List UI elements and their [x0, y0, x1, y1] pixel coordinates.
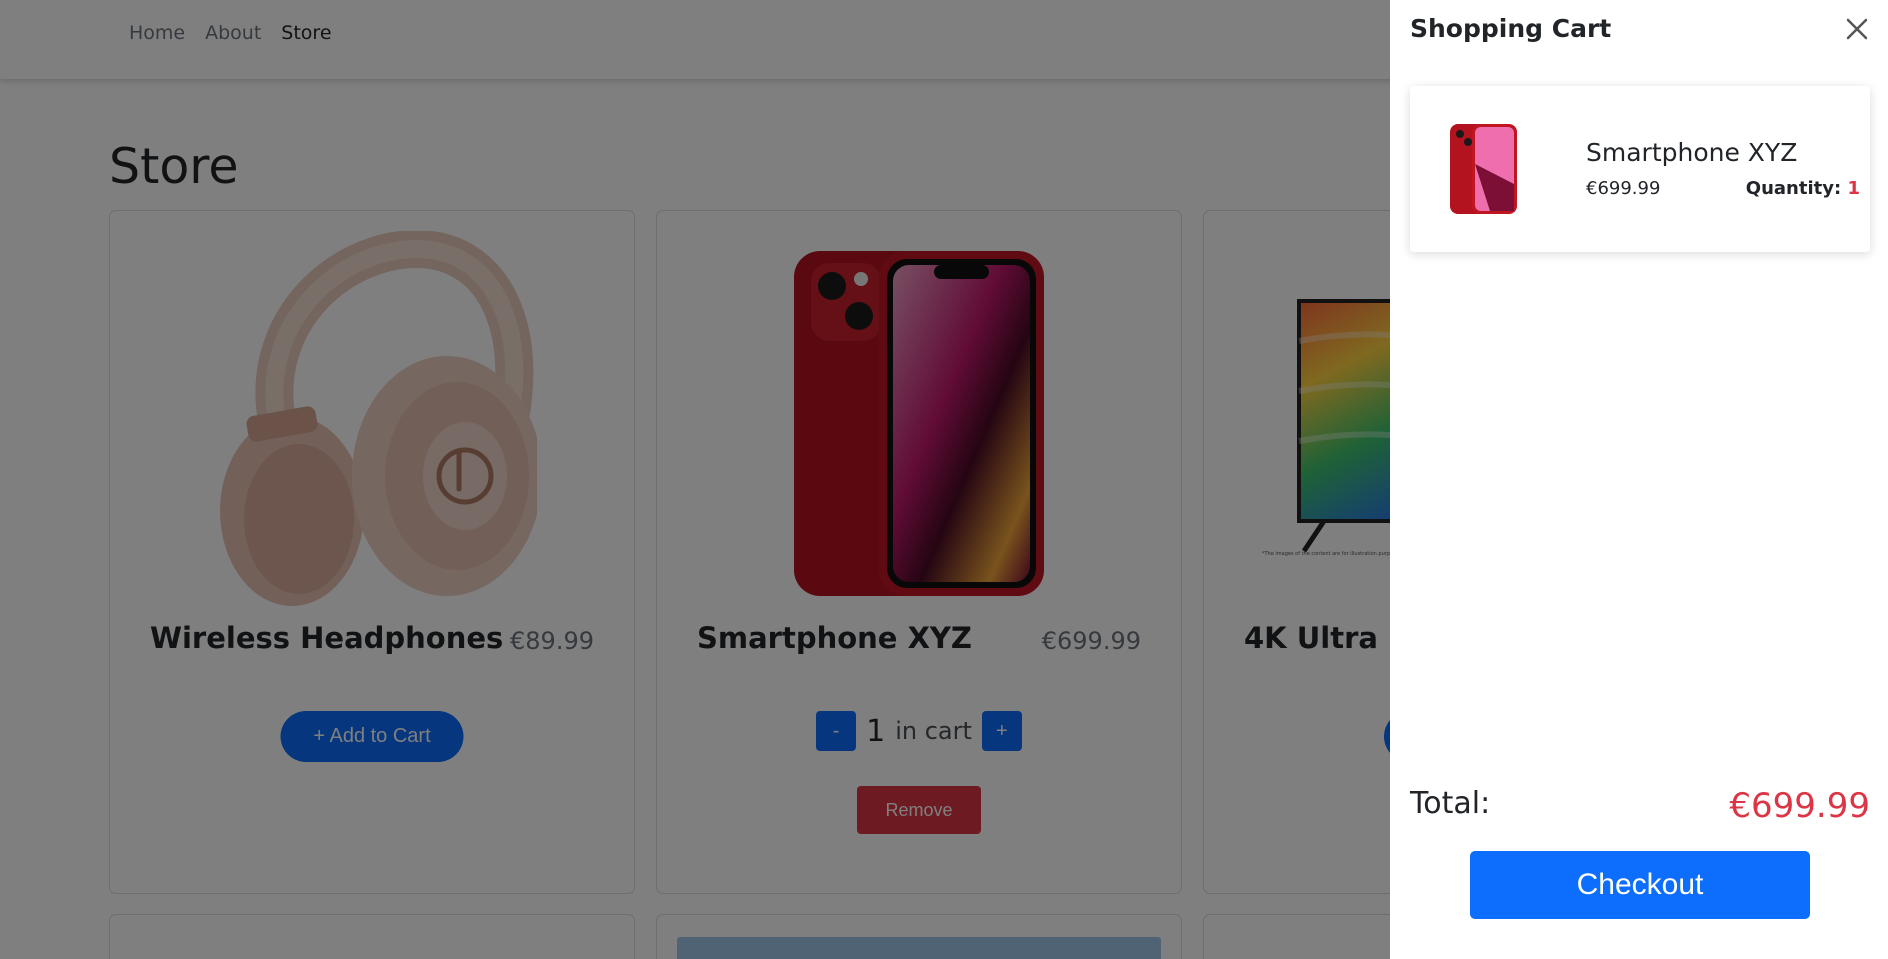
total-value: €699.99 — [1729, 786, 1870, 826]
cart-title: Shopping Cart — [1410, 14, 1612, 43]
total-label: Total: — [1410, 786, 1491, 821]
quantity-value: 1 — [1847, 178, 1860, 199]
close-icon[interactable] — [1842, 14, 1872, 44]
cart-item-quantity: Quantity: 1 — [1746, 178, 1860, 199]
checkout-button[interactable]: Checkout — [1470, 851, 1810, 919]
cart-item-image — [1450, 124, 1517, 214]
cart-item-price: €699.99 — [1586, 178, 1661, 199]
cart-item: Smartphone XYZ €699.99 Quantity: 1 — [1410, 86, 1870, 252]
cart-item-name: Smartphone XYZ — [1586, 138, 1798, 167]
shopping-cart-panel: Shopping Cart Smartphone XYZ €699.99 Qua… — [1390, 0, 1888, 959]
quantity-label: Quantity: — [1745, 178, 1842, 199]
